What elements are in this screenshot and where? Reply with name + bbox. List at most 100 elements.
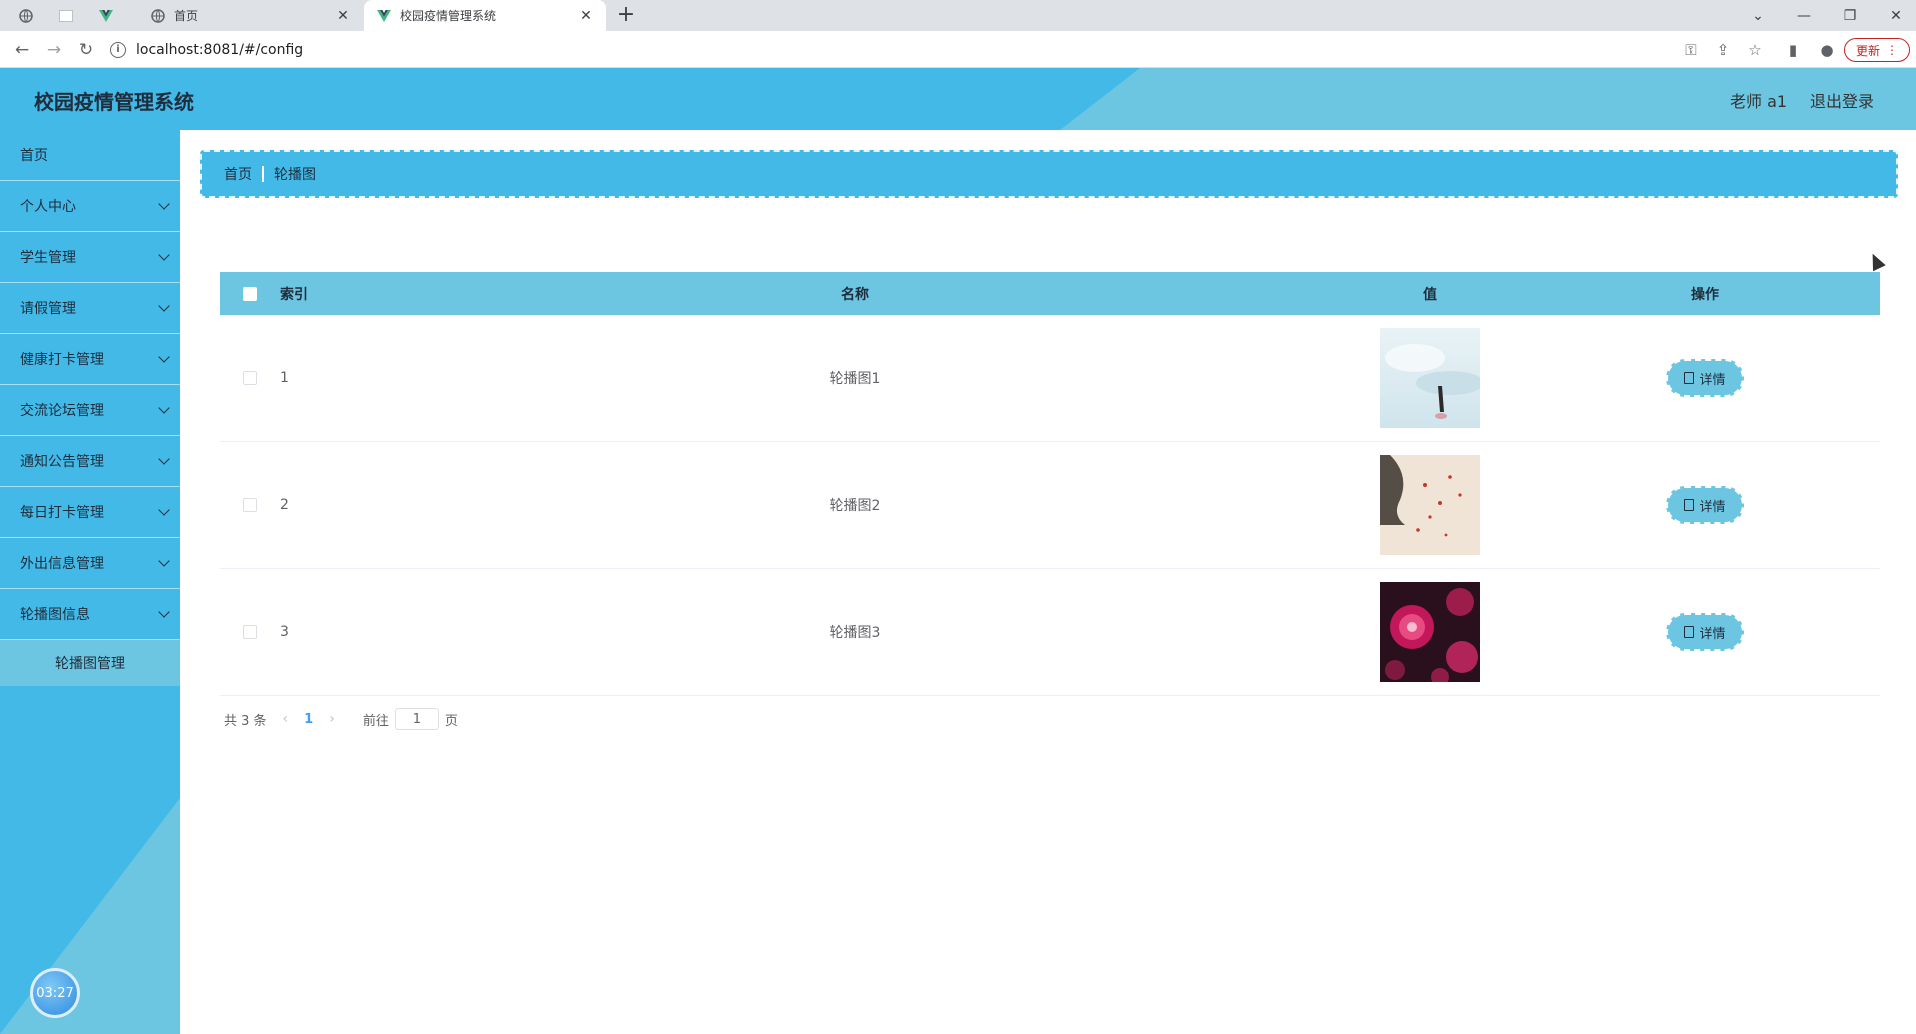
document-icon bbox=[1684, 626, 1695, 638]
next-page-icon[interactable]: › bbox=[329, 711, 335, 727]
total-count: 共 3 条 bbox=[224, 713, 267, 729]
close-window-icon[interactable]: ✕ bbox=[1873, 0, 1916, 31]
breadcrumb: 首页 轮播图 bbox=[200, 150, 1898, 198]
sidebar-item-personal-center[interactable]: 个人中心 bbox=[0, 181, 180, 232]
breadcrumb-current: 轮播图 bbox=[274, 167, 316, 183]
clock-widget: 03:27 bbox=[30, 968, 80, 1018]
detail-button[interactable]: 详情 bbox=[1666, 486, 1744, 524]
detail-label: 详情 bbox=[1699, 372, 1726, 388]
sidebar-item-home[interactable]: 首页 bbox=[0, 130, 180, 181]
goto-page-input[interactable]: 1 bbox=[394, 708, 439, 730]
detail-label: 详情 bbox=[1699, 626, 1726, 642]
key-icon[interactable]: ⚿ bbox=[1680, 39, 1702, 61]
row-checkbox[interactable] bbox=[243, 498, 257, 512]
sidebar-item-forum[interactable]: 交流论坛管理 bbox=[0, 385, 180, 436]
app-header: 校园疫情管理系统 老师 a1 退出登录 bbox=[0, 68, 1916, 130]
chevron-down-icon bbox=[158, 555, 170, 567]
vue-logo-icon bbox=[376, 8, 392, 24]
row-checkbox[interactable] bbox=[243, 625, 257, 639]
chevron-down-icon bbox=[158, 198, 170, 210]
carousel-thumbnail[interactable] bbox=[1380, 455, 1480, 555]
sidebar-item-label: 每日打卡管理 bbox=[20, 505, 104, 521]
prev-page-icon[interactable]: ‹ bbox=[283, 711, 289, 727]
column-header-index: 索引 bbox=[280, 286, 308, 303]
restore-icon[interactable]: ❐ bbox=[1827, 0, 1873, 31]
sidebar-item-daily-checkin[interactable]: 每日打卡管理 bbox=[0, 487, 180, 538]
chevron-down-icon bbox=[158, 249, 170, 261]
close-icon[interactable]: ✕ bbox=[576, 8, 596, 24]
pagination: 共 3 条 ‹ 1 › 前往 1 页 bbox=[224, 708, 458, 730]
reload-icon[interactable]: ↻ bbox=[74, 38, 98, 62]
update-label: 更新 bbox=[1855, 43, 1880, 58]
vue-logo-icon[interactable] bbox=[96, 6, 116, 26]
globe-icon bbox=[150, 8, 166, 24]
row-checkbox[interactable] bbox=[243, 371, 257, 385]
minimize-icon[interactable]: — bbox=[1781, 0, 1827, 31]
table-header: 索引 名称 值 操作 bbox=[220, 272, 1880, 315]
select-all-checkbox[interactable] bbox=[243, 286, 257, 301]
goto-suffix: 页 bbox=[444, 713, 458, 729]
browser-tab-strip: 首页 ✕ 校园疫情管理系统 ✕ + ⌄ — ❐ ✕ bbox=[0, 0, 1916, 31]
carousel-thumbnail[interactable] bbox=[1380, 582, 1480, 682]
breadcrumb-separator bbox=[262, 166, 264, 182]
chevron-down-icon bbox=[158, 504, 170, 516]
blank-page-icon[interactable] bbox=[56, 6, 76, 26]
sidebar-item-notices[interactable]: 通知公告管理 bbox=[0, 436, 180, 487]
sidebar-item-students[interactable]: 学生管理 bbox=[0, 232, 180, 283]
detail-button[interactable]: 详情 bbox=[1666, 359, 1744, 397]
sidebar-item-label: 交流论坛管理 bbox=[20, 403, 104, 419]
row-name: 轮播图3 bbox=[829, 625, 881, 641]
sidebar-item-label: 学生管理 bbox=[20, 250, 76, 266]
table-row: 1 轮播图1 详情 bbox=[220, 315, 1880, 442]
close-icon[interactable]: ✕ bbox=[333, 8, 353, 24]
tab-title: 首页 bbox=[174, 9, 199, 23]
update-button[interactable]: 更新 ⋮ bbox=[1844, 38, 1910, 62]
row-index: 1 bbox=[280, 370, 289, 386]
column-header-name: 名称 bbox=[841, 286, 869, 303]
chevron-down-icon bbox=[158, 453, 170, 465]
sidebar-subitem-carousel-manage[interactable]: 轮播图管理 bbox=[0, 640, 180, 686]
back-icon[interactable]: ← bbox=[10, 38, 34, 62]
side-panel-icon[interactable]: ▮ bbox=[1782, 39, 1804, 61]
sidebar-decoration bbox=[0, 798, 180, 1034]
profile-icon[interactable]: ● bbox=[1816, 39, 1838, 61]
sidebar-item-leave[interactable]: 请假管理 bbox=[0, 283, 180, 334]
share-icon[interactable]: ⇪ bbox=[1712, 39, 1734, 61]
detail-label: 详情 bbox=[1699, 499, 1726, 515]
sidebar-item-label: 轮播图信息 bbox=[20, 607, 90, 623]
forward-icon[interactable]: → bbox=[42, 38, 66, 62]
sidebar-item-carousel[interactable]: 轮播图信息 bbox=[0, 589, 180, 640]
breadcrumb-home[interactable]: 首页 bbox=[224, 164, 252, 184]
star-icon[interactable]: ☆ bbox=[1744, 39, 1766, 61]
header-decoration bbox=[1060, 68, 1916, 130]
sidebar-item-label: 外出信息管理 bbox=[20, 556, 104, 572]
document-icon bbox=[1684, 372, 1695, 384]
info-icon[interactable]: i bbox=[110, 41, 126, 58]
document-icon bbox=[1684, 499, 1695, 511]
sidebar: 首页 个人中心 学生管理 请假管理 健康打卡管理 交流论坛管理 通知公告管理 每… bbox=[0, 130, 180, 1034]
globe-icon[interactable] bbox=[16, 6, 36, 26]
tab-title: 校园疫情管理系统 bbox=[400, 9, 497, 23]
new-tab-icon[interactable]: + bbox=[614, 2, 638, 27]
sidebar-item-label: 请假管理 bbox=[20, 301, 76, 317]
tab-system[interactable]: 校园疫情管理系统 ✕ bbox=[364, 0, 606, 31]
url-text: localhost:8081/#/config bbox=[136, 41, 304, 58]
chevron-down-icon bbox=[158, 402, 170, 414]
row-name: 轮播图1 bbox=[829, 371, 881, 387]
goto-prefix: 前往 bbox=[362, 713, 389, 729]
detail-button[interactable]: 详情 bbox=[1666, 613, 1744, 651]
sidebar-item-label: 通知公告管理 bbox=[20, 454, 104, 470]
config-table: 索引 名称 值 操作 1 轮播图1 详情 2 轮播图2 详情 3 轮播图3 详情 bbox=[220, 272, 1880, 696]
tab-home[interactable]: 首页 ✕ bbox=[138, 0, 363, 31]
logout-link[interactable]: 退出登录 bbox=[1810, 88, 1874, 112]
sidebar-item-label: 个人中心 bbox=[20, 199, 76, 215]
system-title: 校园疫情管理系统 bbox=[34, 90, 194, 114]
url-field[interactable]: i localhost:8081/#/config bbox=[110, 35, 1710, 64]
sidebar-item-outing[interactable]: 外出信息管理 bbox=[0, 538, 180, 589]
sidebar-item-health-checkin[interactable]: 健康打卡管理 bbox=[0, 334, 180, 385]
table-row: 2 轮播图2 详情 bbox=[220, 442, 1880, 569]
carousel-thumbnail[interactable] bbox=[1380, 328, 1480, 428]
tab-search-icon[interactable]: ⌄ bbox=[1735, 0, 1781, 31]
page-number-current[interactable]: 1 bbox=[304, 712, 313, 727]
mouse-cursor-icon bbox=[1866, 250, 1886, 272]
